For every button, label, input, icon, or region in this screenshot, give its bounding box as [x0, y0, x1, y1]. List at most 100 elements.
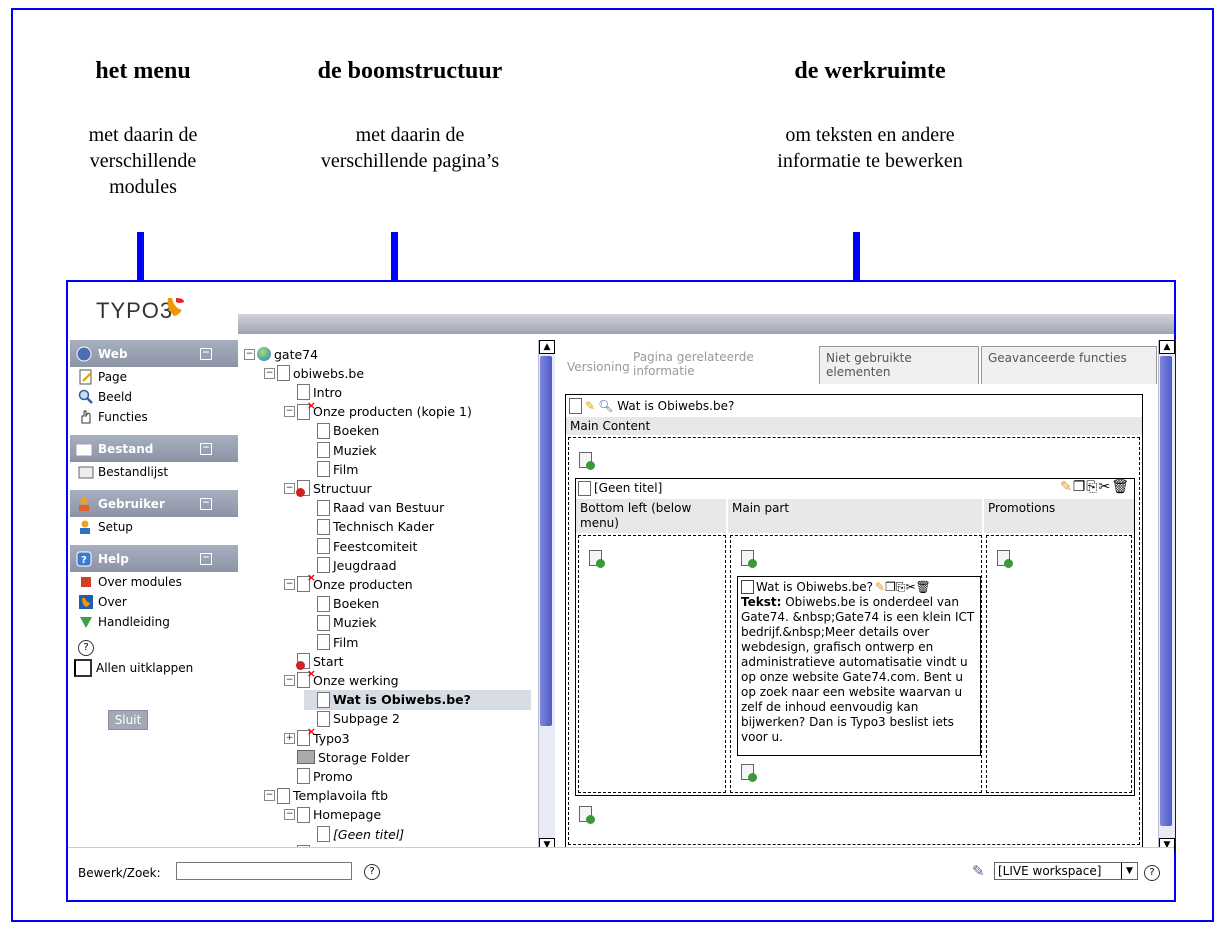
page-icon[interactable]	[317, 595, 330, 612]
page-icon[interactable]	[317, 461, 330, 478]
tree-node-label[interactable]: Storage Folder	[318, 750, 410, 765]
tree-node-label[interactable]: Muziek	[333, 443, 377, 458]
page-icon[interactable]	[317, 422, 330, 439]
tree-node-label[interactable]: Boeken	[333, 596, 379, 611]
page-icon[interactable]	[277, 787, 290, 804]
tree-node[interactable]: − obiwebs.be	[264, 363, 364, 383]
tab-versioning[interactable]: Versioning	[561, 346, 631, 384]
tree-node-label[interactable]: Onze producten (kopie 1)	[313, 404, 472, 419]
tree-node-label[interactable]: Structuur	[313, 481, 372, 496]
tree-node-label[interactable]: Film	[333, 635, 358, 650]
page-icon[interactable]	[297, 768, 310, 785]
tree-node-label[interactable]: Typo3	[313, 731, 350, 746]
globe-icon[interactable]	[257, 347, 271, 361]
copy-icon[interactable]: ❐	[1073, 479, 1087, 495]
tree-node[interactable]: − Templavoila ftb	[264, 786, 388, 806]
collapse-icon[interactable]: −	[284, 578, 295, 590]
tree-node-label[interactable]: Subpage 2	[333, 711, 400, 726]
menu-item-over-modules[interactable]: Over modules	[70, 572, 238, 592]
collapse-icon[interactable]: −	[284, 406, 295, 418]
folder-icon[interactable]	[297, 750, 315, 765]
tree-node-label[interactable]: Jeugdraad	[333, 558, 397, 573]
menu-section-bestand[interactable]: Bestand −	[70, 435, 238, 462]
tree-node-label[interactable]: gate74	[274, 347, 318, 362]
page-icon[interactable]: ×	[297, 571, 316, 593]
page-icon[interactable]	[297, 806, 310, 823]
scroll-up-button[interactable]: ▲	[539, 340, 555, 354]
new-content-icon[interactable]	[579, 806, 595, 824]
page-icon[interactable]	[317, 557, 330, 574]
page-icon[interactable]	[317, 691, 330, 708]
tree-node-label[interactable]: Intro	[313, 385, 342, 400]
page-icon[interactable]	[317, 499, 330, 516]
trash-icon[interactable]: 🗑︎	[1111, 479, 1130, 495]
collapse-icon[interactable]: −	[264, 367, 275, 379]
pencil-icon[interactable]: ✎	[1060, 479, 1073, 495]
tab-geavanceerde[interactable]: Geavanceerde functies	[981, 346, 1157, 384]
menu-item-beeld[interactable]: Beeld	[70, 387, 238, 407]
workspace-scrollbar[interactable]: ▲ ▼	[1158, 340, 1175, 852]
new-content-icon[interactable]	[579, 452, 595, 470]
tree-node[interactable]: Muziek	[304, 613, 377, 633]
collapse-icon[interactable]: −	[284, 809, 295, 821]
tree-node[interactable]: Film	[304, 459, 358, 479]
close-button[interactable]: Sluit	[108, 710, 148, 730]
menu-section-gebruiker[interactable]: Gebruiker −	[70, 490, 238, 517]
menu-item-bestandlijst[interactable]: Bestandlijst	[70, 462, 238, 482]
search-input[interactable]	[176, 862, 352, 880]
trash-icon[interactable]: 🗑︎	[916, 580, 931, 594]
workspace-select[interactable]: [LIVE workspace] ▼	[994, 862, 1138, 880]
tree-node-label[interactable]: Film	[333, 462, 358, 477]
tree-scrollbar[interactable]: ▲ ▼	[538, 340, 555, 852]
menu-item-handleiding[interactable]: Handleiding	[70, 612, 238, 632]
collapse-icon[interactable]: −	[244, 348, 255, 360]
menu-item-functies[interactable]: Functies	[70, 407, 238, 427]
pencil-icon[interactable]: ✎	[585, 399, 595, 413]
tree-node-label[interactable]: [Geen titel]	[333, 827, 404, 842]
tree-node[interactable]: + × Typo3	[284, 725, 350, 748]
tree-node-label[interactable]: Boeken	[333, 423, 379, 438]
magnifier-icon[interactable]: 🔍︎	[598, 399, 613, 413]
page-icon[interactable]	[296, 480, 310, 498]
tree-node[interactable]: Subpage 2	[304, 709, 400, 729]
tree-node[interactable]: Wat is Obiwebs.be?	[304, 689, 531, 710]
tree-node[interactable]: − Structuur	[284, 478, 372, 498]
page-icon[interactable]: ×	[297, 725, 316, 746]
tab-niet-gebruikte[interactable]: Niet gebruikte elementen	[819, 346, 979, 384]
tree-node-label[interactable]: Templavoila ftb	[293, 788, 388, 803]
new-content-icon[interactable]	[741, 764, 757, 782]
page-icon[interactable]	[317, 538, 330, 554]
scroll-up-button[interactable]: ▲	[1159, 340, 1175, 354]
collapse-icon[interactable]: −	[264, 790, 275, 802]
tree-node-label[interactable]: Onze werking	[313, 673, 399, 688]
expand-all-toggle[interactable]: Allen uitklappen	[70, 658, 238, 678]
scroll-thumb[interactable]	[540, 356, 552, 726]
page-icon[interactable]: ×	[297, 399, 316, 420]
tree-node[interactable]: Boeken	[304, 594, 379, 614]
tree-node[interactable]: Promo	[284, 766, 353, 786]
new-content-icon[interactable]	[589, 550, 605, 568]
help-circle-icon[interactable]: ?	[1144, 865, 1160, 881]
tree-node[interactable]: Technisch Kader	[304, 517, 434, 537]
collapse-icon[interactable]: −	[284, 482, 295, 494]
page-icon[interactable]	[317, 634, 330, 650]
tree-node-label[interactable]: Wat is Obiwebs.be?	[333, 692, 471, 707]
collapse-icon[interactable]: −	[200, 443, 212, 455]
cut-icon[interactable]: ✂	[905, 580, 915, 594]
tab-pagina-info[interactable]: Pagina gerelateerde informatie	[627, 346, 817, 384]
page-icon[interactable]	[317, 442, 330, 458]
help-circle-icon[interactable]: ?	[364, 864, 380, 880]
scroll-thumb[interactable]	[1160, 356, 1172, 826]
collapse-icon[interactable]: −	[200, 348, 212, 360]
page-icon[interactable]: ×	[297, 667, 316, 689]
page-icon[interactable]	[317, 826, 330, 842]
chevron-down-icon[interactable]: ▼	[1121, 863, 1137, 879]
tree-node[interactable]: − × Onze werking	[284, 667, 399, 690]
collapse-icon[interactable]: −	[200, 498, 212, 510]
tree-node[interactable]: Boeken	[304, 421, 379, 441]
tree-node-label[interactable]: Muziek	[333, 615, 377, 630]
tree-node[interactable]: Film	[304, 632, 358, 652]
tree-node[interactable]: [Geen titel]	[304, 824, 404, 844]
collapse-icon[interactable]: −	[200, 553, 212, 565]
tree-node[interactable]: Jeugdraad	[304, 555, 397, 575]
